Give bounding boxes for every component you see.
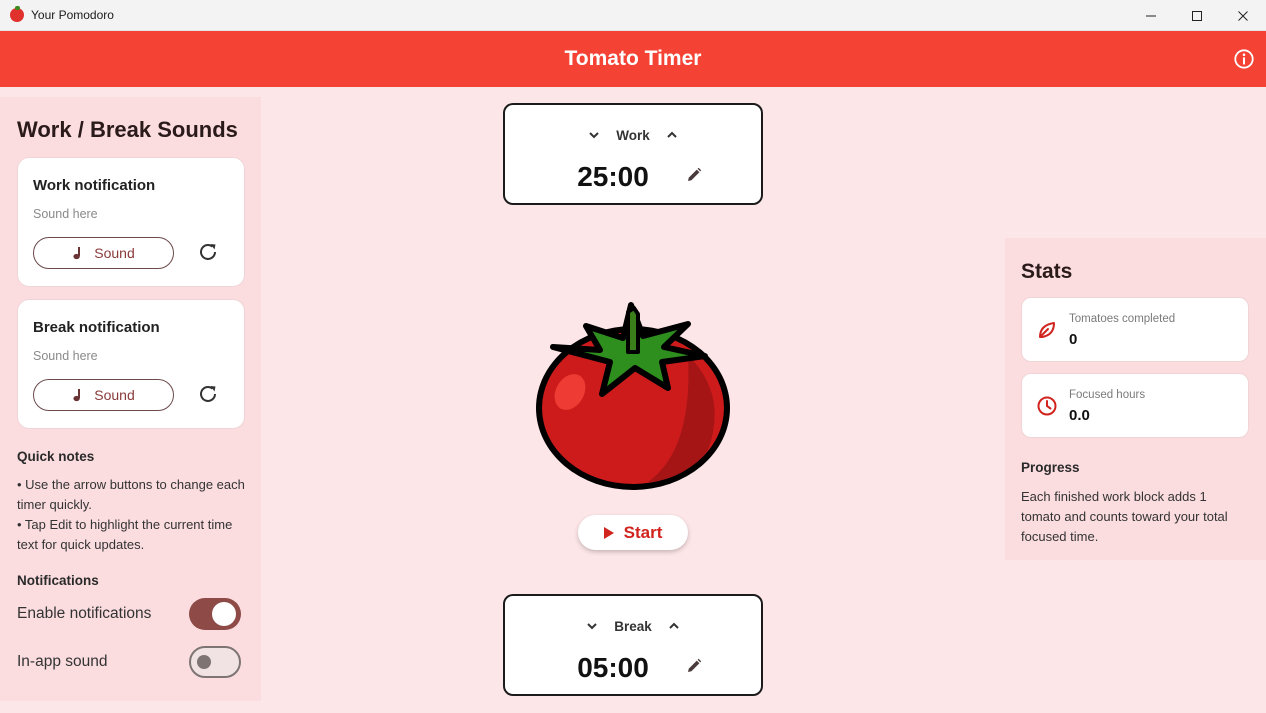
music-note-icon: [73, 389, 81, 402]
break-sound-path: Sound here: [33, 349, 98, 363]
progress-title: Progress: [1021, 460, 1080, 475]
focused-hours-label: Focused hours: [1069, 389, 1146, 401]
chevron-down-icon[interactable]: [584, 618, 600, 634]
maximize-icon: [1192, 10, 1202, 21]
in-app-sound-toggle[interactable]: [189, 646, 241, 678]
minimize-button[interactable]: [1128, 0, 1174, 31]
quick-note-item: • Tap Edit to highlight the current time…: [17, 517, 233, 552]
break-sound-button-label: Sound: [94, 387, 135, 403]
tomato-illustration: [536, 302, 730, 490]
notifications-title: Notifications: [17, 573, 99, 588]
sounds-heading: Work / Break Sounds: [17, 117, 238, 142]
stats-heading: Stats: [1021, 260, 1073, 283]
break-timer-label-row: Break: [505, 616, 761, 636]
work-timer-label-row: Work: [505, 125, 761, 145]
window-titlebar: Your Pomodoro: [0, 0, 1266, 31]
start-button[interactable]: Start: [578, 515, 688, 550]
break-sound-button[interactable]: Sound: [33, 379, 174, 411]
app-title: Tomato Timer: [564, 47, 702, 70]
quick-note-item: • Use the arrow buttons to change each t…: [17, 477, 245, 512]
tomatoes-completed-card: Tomatoes completed 0: [1021, 297, 1249, 362]
enable-notifications-label: Enable notifications: [17, 605, 152, 622]
close-button[interactable]: [1220, 0, 1266, 31]
pencil-icon[interactable]: [685, 166, 703, 184]
in-app-sound-row: In-app sound: [17, 646, 241, 678]
break-timer-label: Break: [614, 618, 652, 634]
chevron-up-icon[interactable]: [664, 127, 680, 143]
clock-icon: [1037, 396, 1057, 416]
chevron-down-icon[interactable]: [586, 127, 602, 143]
progress-text: Each finished work block adds 1 tomato a…: [1021, 489, 1228, 544]
work-sound-button[interactable]: Sound: [33, 237, 174, 269]
quick-notes-title: Quick notes: [17, 449, 95, 464]
sounds-panel: Work / Break Sounds Work notification So…: [0, 97, 261, 701]
break-notification-card: Break notification Sound here Sound: [17, 299, 245, 429]
break-timer-card: Break 05:00: [503, 594, 763, 696]
stats-panel: Stats Tomatoes completed 0 Focused hours…: [1005, 238, 1266, 560]
toggle-knob: [197, 655, 211, 669]
chevron-up-icon[interactable]: [666, 618, 682, 634]
app-bar: Tomato Timer: [0, 31, 1266, 87]
in-app-sound-label: In-app sound: [17, 653, 108, 670]
work-timer-label: Work: [616, 127, 650, 143]
toggle-knob: [212, 602, 236, 626]
break-notification-title: Break notification: [33, 319, 160, 336]
pencil-icon[interactable]: [685, 657, 703, 675]
work-notification-card: Work notification Sound here Sound: [17, 157, 245, 287]
refresh-icon[interactable]: [196, 240, 220, 264]
focused-hours-card: Focused hours 0.0: [1021, 373, 1249, 438]
tomato-icon: [10, 6, 24, 22]
tomatoes-completed-label: Tomatoes completed: [1069, 313, 1176, 325]
music-note-icon: [73, 247, 81, 260]
focused-hours-value: 0.0: [1069, 407, 1090, 424]
minimize-icon: [1146, 15, 1156, 16]
tomatoes-completed-value: 0: [1069, 331, 1078, 348]
refresh-icon[interactable]: [196, 382, 220, 406]
window-title: Your Pomodoro: [31, 8, 114, 22]
enable-notifications-toggle[interactable]: [189, 598, 241, 630]
play-icon: [603, 526, 614, 539]
leaf-icon: [1039, 322, 1055, 338]
info-icon[interactable]: [1233, 48, 1255, 70]
work-timer-card: Work 25:00: [503, 103, 763, 205]
work-sound-path: Sound here: [33, 207, 98, 221]
close-icon: [1238, 10, 1248, 21]
work-sound-button-label: Sound: [94, 245, 135, 261]
start-button-label: Start: [623, 522, 663, 542]
enable-notifications-row: Enable notifications: [17, 598, 241, 630]
quick-notes-list: • Use the arrow buttons to change each t…: [17, 475, 252, 555]
work-notification-title: Work notification: [33, 177, 156, 194]
maximize-button[interactable]: [1174, 0, 1220, 31]
